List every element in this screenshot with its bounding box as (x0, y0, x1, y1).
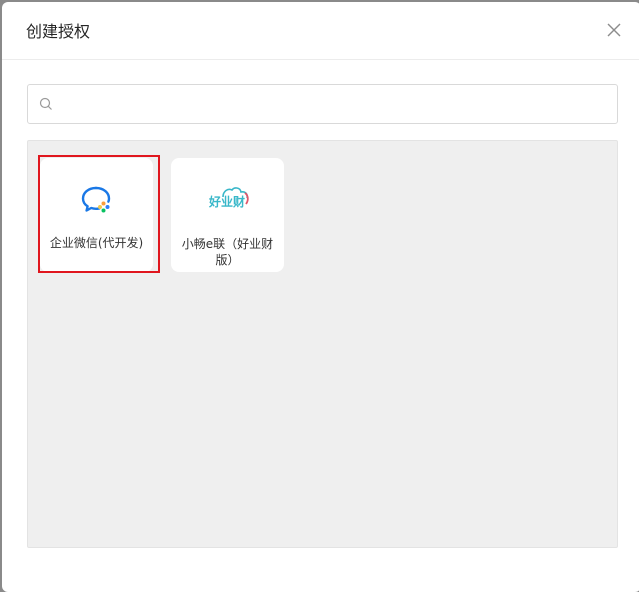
haoyecai-logo-icon: 好业财 (208, 187, 249, 209)
svg-text:好业财: 好业财 (208, 194, 245, 209)
wecom-chat-icon (81, 186, 111, 213)
app-list-panel: 企业微信(代开发) 好业财 小畅e联（好业财版） (27, 140, 618, 548)
app-card-wecom[interactable]: 企业微信(代开发) (40, 158, 153, 272)
close-icon (607, 23, 621, 37)
create-authorization-dialog: 创建授权 企业微信(代开发) 好业财 小畅e联（好业财版） (2, 2, 639, 592)
search-icon (39, 97, 52, 110)
dialog-header: 创建授权 (2, 2, 639, 60)
search-input[interactable] (60, 91, 610, 117)
close-button[interactable] (603, 19, 625, 41)
app-name: 企业微信(代开发) (49, 236, 144, 250)
app-name: 小畅e联（好业财版） (181, 237, 274, 267)
app-card-haoyecai[interactable]: 好业财 小畅e联（好业财版） (171, 158, 284, 272)
search-box[interactable] (27, 84, 618, 124)
dialog-title: 创建授权 (26, 22, 91, 41)
